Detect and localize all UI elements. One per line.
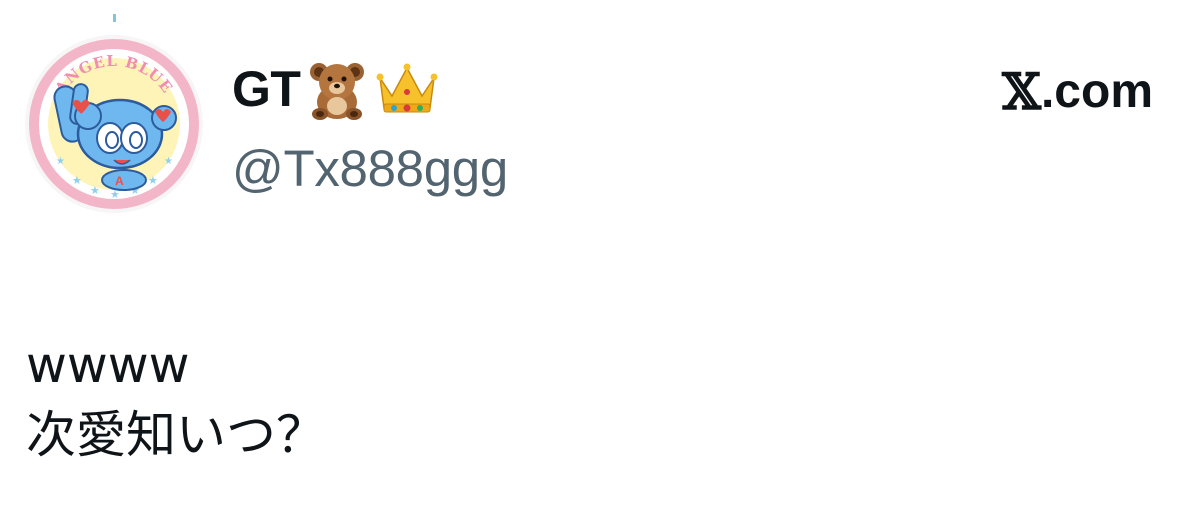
svg-text:A: A xyxy=(115,174,124,188)
crown-icon xyxy=(374,56,440,122)
avatar[interactable]: ANGEL BLUE ★ ★ ★ ★ ★ ★ ★ xyxy=(24,34,204,214)
avatar-image: ANGEL BLUE ★ ★ ★ ★ ★ ★ ★ xyxy=(25,35,203,213)
tweet-line: wwww xyxy=(26,336,190,394)
svg-text:★: ★ xyxy=(164,156,173,167)
tweet-text: wwww 次愛知いつ？ xyxy=(26,330,326,470)
decorative-tick xyxy=(113,14,116,22)
svg-text:★: ★ xyxy=(90,184,100,197)
display-name-text[interactable]: GT xyxy=(232,56,301,122)
display-name[interactable]: GT xyxy=(232,56,440,122)
x-logo-icon: 𝕏 xyxy=(1002,62,1041,121)
user-handle[interactable]: @Tx888ggg xyxy=(232,136,508,202)
site-domain-text: .com xyxy=(1040,65,1153,118)
tweet-card: ANGEL BLUE ★ ★ ★ ★ ★ ★ ★ xyxy=(0,0,1199,527)
svg-text:★: ★ xyxy=(56,156,65,167)
svg-text:★: ★ xyxy=(148,174,158,187)
tweet-line: 次愛知いつ？ xyxy=(26,406,326,464)
site-label: 𝕏 .com xyxy=(1002,60,1153,124)
teddy-bear-icon xyxy=(304,56,370,122)
svg-text:★: ★ xyxy=(72,174,82,187)
